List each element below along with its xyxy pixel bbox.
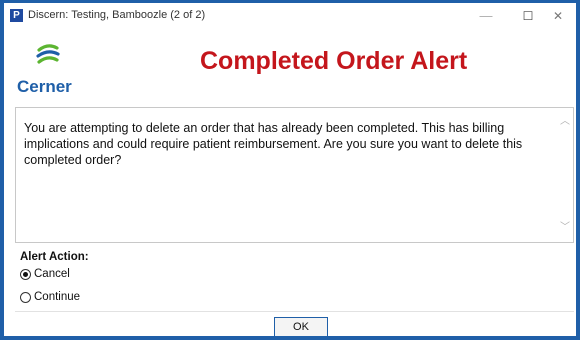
scroll-down-icon[interactable]: ﹀ bbox=[559, 222, 571, 234]
alert-action-label: Alert Action: bbox=[20, 251, 89, 263]
radio-continue-label: Continue bbox=[34, 291, 81, 303]
message-scrollbar[interactable]: ︿ ﹀ bbox=[557, 108, 573, 242]
alert-title: Completed Order Alert bbox=[200, 47, 468, 75]
window-title: Discern: Testing, Bamboozle (2 of 2) bbox=[28, 9, 206, 21]
alert-window: P Discern: Testing, Bamboozle (2 of 2) —… bbox=[0, 0, 580, 340]
close-button[interactable]: ✕ bbox=[542, 6, 574, 26]
radio-button-icon[interactable] bbox=[20, 268, 31, 280]
cerner-logo-text: Cerner bbox=[17, 77, 72, 96]
alert-message-text: You are attempting to delete an order th… bbox=[24, 121, 523, 167]
radio-button-icon[interactable] bbox=[20, 291, 31, 303]
radio-cancel-label: Cancel bbox=[34, 268, 70, 280]
radio-continue[interactable]: Continue bbox=[20, 289, 80, 305]
alert-header: Cerner Completed Order Alert bbox=[4, 29, 576, 101]
divider bbox=[15, 311, 574, 312]
scroll-up-icon[interactable]: ︿ bbox=[559, 116, 571, 128]
app-icon: P bbox=[10, 9, 23, 22]
title-bar[interactable]: P Discern: Testing, Bamboozle (2 of 2) —… bbox=[4, 3, 576, 29]
minimize-button[interactable]: — bbox=[470, 6, 502, 26]
maximize-button[interactable]: ☐ bbox=[512, 6, 544, 26]
radio-cancel[interactable]: Cancel bbox=[20, 266, 70, 282]
cerner-logo-icon bbox=[36, 44, 60, 64]
ok-button[interactable]: OK bbox=[274, 317, 328, 336]
alert-message-box: You are attempting to delete an order th… bbox=[15, 107, 574, 243]
